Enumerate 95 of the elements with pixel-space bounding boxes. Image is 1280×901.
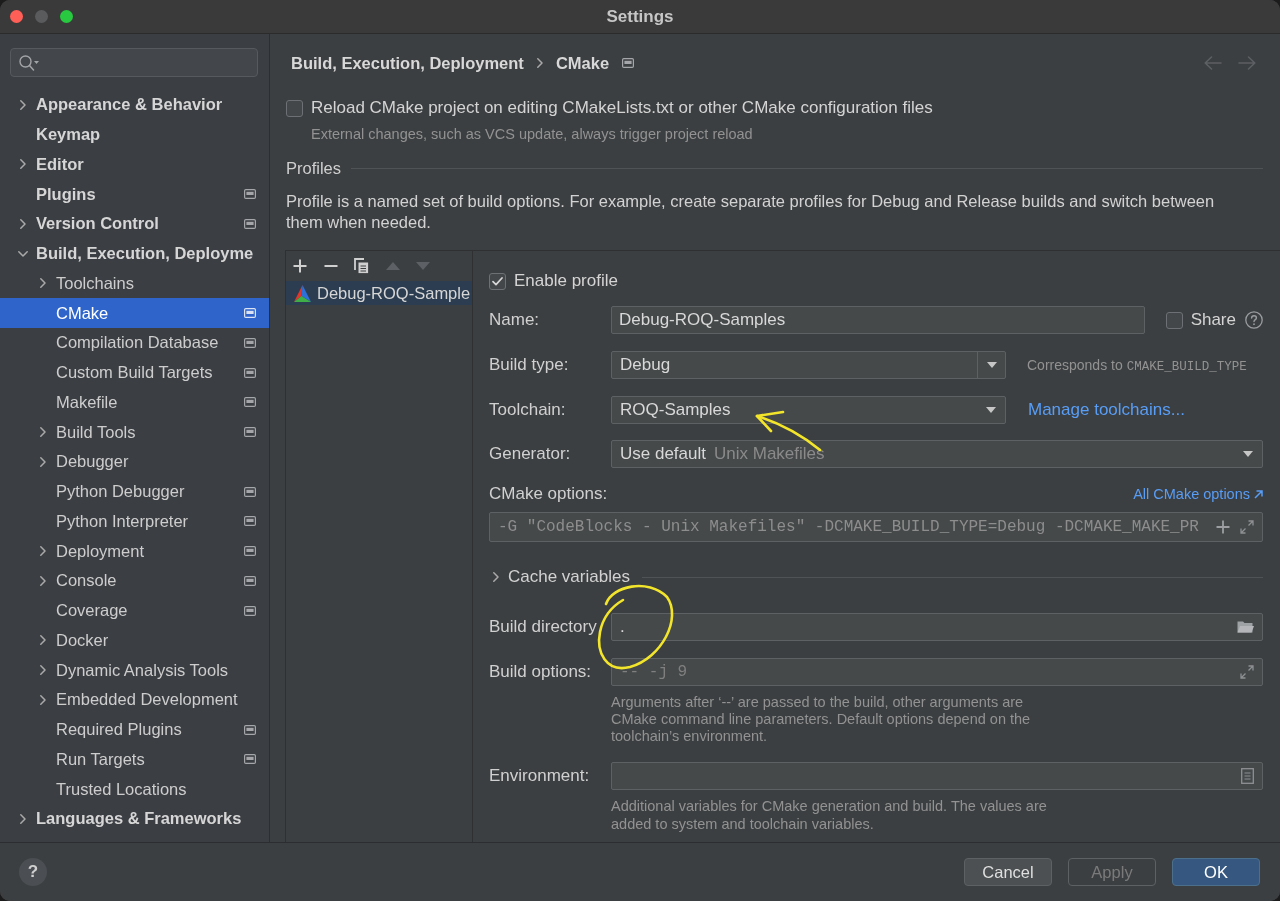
chevron-down-icon[interactable] — [18, 250, 28, 257]
checkbox[interactable] — [286, 99, 303, 117]
environment-field[interactable] — [611, 762, 1263, 790]
hint-text: Additional variables for CMake generation and build. The values are added to system and toolchain variables. — [611, 797, 1048, 833]
caret-down-icon — [986, 362, 997, 368]
sidebar-item[interactable]: Python Interpreter — [0, 506, 269, 537]
sidebar-item[interactable]: Keymap — [0, 119, 269, 150]
section-title: Profiles — [286, 158, 342, 178]
sidebar-item[interactable]: Build Tools — [0, 417, 269, 447]
breadcrumb-chevron-icon[interactable] — [536, 58, 543, 68]
profile-list-item[interactable]: Debug-ROQ-Sample — [286, 281, 472, 305]
chevron-right-icon[interactable] — [40, 575, 46, 586]
help-icon[interactable] — [1245, 311, 1263, 329]
close-window-icon[interactable] — [10, 10, 23, 23]
folder-icon[interactable] — [1237, 620, 1254, 634]
all-cmake-options-link[interactable]: All CMake options — [1133, 486, 1263, 502]
sidebar-item[interactable]: Editor — [0, 149, 269, 180]
field-label: Generator: — [489, 444, 572, 464]
caret-down-icon — [986, 407, 996, 413]
sidebar-item[interactable]: Languages & Frameworks — [0, 804, 269, 834]
sidebar-item[interactable]: Build, Execution, Deployme — [0, 238, 269, 269]
dialog-button[interactable]: OK — [1172, 858, 1260, 886]
search-icon[interactable] — [19, 54, 39, 71]
sidebar-item[interactable]: Embedded Development — [0, 685, 269, 715]
chevron-right-icon[interactable] — [40, 427, 46, 438]
sidebar-item[interactable]: Python Debugger — [0, 476, 269, 507]
window-title: Settings — [606, 6, 674, 27]
sidebar-item[interactable]: Custom Build Targets — [0, 357, 269, 388]
section-description: Profile is a named set of build options. For example, create separate profiles for Debug and Release builds and switch between them when needed. — [285, 191, 1216, 233]
build-type-combobox[interactable]: Debug — [611, 351, 1006, 379]
expand-icon[interactable] — [1240, 665, 1254, 679]
chevron-right-icon[interactable] — [20, 159, 26, 170]
manage-toolchains-link[interactable]: Manage toolchains... — [1028, 400, 1185, 420]
expand-icon[interactable] — [1240, 520, 1254, 534]
checkbox[interactable] — [489, 272, 506, 290]
generator-dropdown[interactable]: Use default Unix Makefiles — [611, 440, 1263, 468]
plus-icon[interactable] — [1216, 520, 1230, 534]
field-label: Environment: — [489, 766, 591, 786]
breadcrumb-item[interactable]: Build, Execution, Deployment — [291, 53, 524, 73]
sidebar-item[interactable]: Plugins — [0, 179, 269, 209]
sidebar-item[interactable]: Version Control — [0, 209, 269, 239]
sidebar-item[interactable]: Deployment — [0, 536, 269, 566]
hint-text: Corresponds to CMAKE_BUILD_TYPE — [1027, 356, 1247, 374]
sidebar-item[interactable]: Toolchains — [0, 268, 269, 299]
caret-down-icon — [1243, 451, 1253, 457]
external-link-icon — [1254, 489, 1263, 499]
field-label: Toolchain: — [489, 400, 567, 420]
field-label: CMake options: — [489, 484, 609, 504]
chevron-right-icon[interactable] — [20, 99, 26, 110]
sidebar-item[interactable]: Dynamic Analysis Tools — [0, 655, 269, 685]
toolchain-dropdown[interactable]: ROQ-Samples — [611, 396, 1006, 424]
checkbox-label: Share — [1190, 310, 1236, 330]
copy-icon[interactable] — [354, 258, 369, 274]
checkbox-label: Enable profile — [514, 271, 618, 291]
chevron-right-icon[interactable] — [20, 813, 26, 824]
dialog-button[interactable]: Cancel — [964, 858, 1052, 886]
build-directory-field[interactable]: . — [611, 613, 1263, 641]
triangle-logo-icon — [294, 284, 311, 302]
chevron-right-icon[interactable] — [40, 694, 46, 705]
minus-icon[interactable] — [323, 265, 338, 267]
checkbox-label: Reload CMake project on editing CMakeLists.txt or other CMake configuration files — [311, 98, 933, 118]
cache-variables-toggle[interactable]: Cache variables — [489, 567, 630, 587]
field-label: Build type: — [489, 355, 570, 375]
search-field[interactable] — [10, 48, 258, 77]
field-label: Name: — [489, 310, 541, 330]
chevron-right-icon[interactable] — [40, 456, 46, 467]
sidebar-item[interactable]: Debugger — [0, 447, 269, 477]
hint-text: Arguments after ‘--’ are passed to the build, other arguments are CMake command line parameters. Default options depend on the toolchain’s environment. — [611, 694, 1032, 745]
zoom-window-icon[interactable] — [60, 10, 73, 23]
sidebar-item[interactable]: Required Plugins — [0, 714, 269, 745]
help-button[interactable]: ? — [19, 858, 47, 886]
hint-text: External changes, such as VCS update, always trigger project reload — [311, 125, 754, 143]
checkbox[interactable] — [1165, 311, 1183, 329]
chevron-right-icon[interactable] — [20, 218, 26, 229]
chevron-right-icon[interactable] — [40, 635, 46, 646]
breadcrumb-item: CMake — [555, 53, 610, 73]
sidebar-item[interactable]: Appearance & Behavior — [0, 90, 269, 120]
sidebar-item[interactable]: Console — [0, 566, 269, 596]
name-field[interactable]: Debug-ROQ-Samples — [611, 306, 1145, 334]
chevron-right-icon[interactable] — [40, 665, 46, 676]
chevron-right-icon[interactable] — [493, 572, 499, 582]
checkmark-icon — [492, 276, 503, 286]
field-label: Build options: — [489, 662, 593, 682]
document-icon[interactable] — [1241, 768, 1254, 784]
sidebar-item[interactable]: Coverage — [0, 595, 269, 626]
plus-icon[interactable] — [293, 259, 307, 273]
sidebar-item[interactable]: CMake — [0, 298, 269, 328]
sidebar-item[interactable]: Run Targets — [0, 744, 269, 775]
chevron-right-icon[interactable] — [40, 546, 46, 557]
sidebar-item[interactable]: Compilation Database — [0, 328, 269, 358]
chevron-right-icon[interactable] — [40, 278, 46, 289]
sidebar-item[interactable]: Trusted Locations — [0, 774, 269, 804]
sidebar-item[interactable]: Makefile — [0, 387, 269, 418]
sidebar-item[interactable]: Docker — [0, 625, 269, 656]
field-label: Build directory — [489, 617, 598, 637]
